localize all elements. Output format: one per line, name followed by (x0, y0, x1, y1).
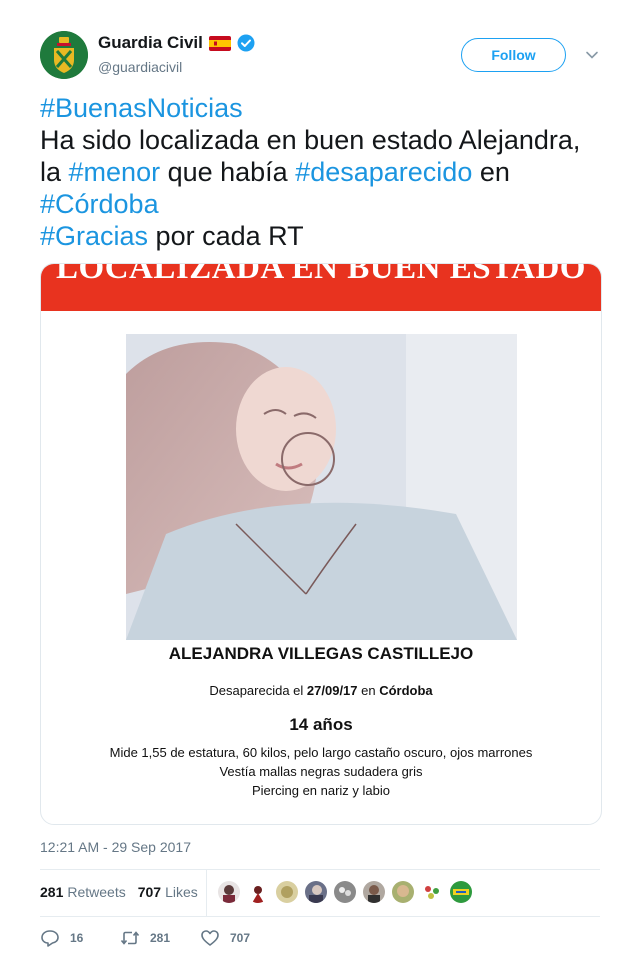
retweets-count: 281 (40, 884, 64, 900)
tweet-line-2: Ha sido localizada en buen estado Alejan… (40, 125, 581, 155)
reply-count: 16 (70, 931, 84, 945)
tweet-text-fragment: por cada RT (148, 221, 304, 251)
banner-text: LOCALIZADA EN BUEN ESTADO (56, 264, 586, 286)
profile-avatar[interactable] (40, 31, 88, 79)
tweet-stats: 281 Retweets 707 Likes (40, 884, 198, 900)
likes-stat[interactable]: 707 Likes (138, 884, 198, 900)
retweets-stat[interactable]: 281 Retweets (40, 884, 126, 900)
tweet-actions: 16 281 707 (40, 928, 280, 948)
retweet-count: 281 (150, 931, 171, 945)
follow-button[interactable]: Follow (461, 38, 566, 72)
like-count: 707 (230, 931, 251, 945)
avatar[interactable] (218, 881, 240, 903)
retweet-icon (120, 931, 140, 945)
tweet-text-fragment: la (40, 157, 69, 187)
divider (40, 916, 600, 917)
retweet-button[interactable]: 281 (120, 928, 200, 948)
avatar[interactable] (450, 881, 472, 903)
missing-in: en (357, 683, 380, 698)
hashtag-link[interactable]: #BuenasNoticias (40, 93, 243, 123)
liker-avatars (218, 881, 472, 903)
description-line: Vestía mallas negras sudadera gris (219, 764, 423, 779)
tweet-text-fragment: en (472, 157, 510, 187)
reply-icon (41, 930, 59, 947)
hashtag-link[interactable]: #desaparecido (295, 157, 472, 187)
avatar[interactable] (363, 881, 385, 903)
tweet-line-1: #BuenasNoticias (40, 92, 610, 124)
tweet-media-image[interactable]: LOCALIZADA EN BUEN ESTADO ALEJANDRA VILL… (40, 263, 602, 825)
hashtag-link[interactable]: #Gracias (40, 221, 148, 251)
missing-person-photo (126, 334, 517, 640)
tweet-line-3: la #menor que había #desaparecido en (40, 156, 610, 188)
spain-flag-icon (208, 35, 231, 51)
hashtag-link[interactable]: #menor (69, 157, 161, 187)
display-name[interactable]: Guardia Civil (98, 33, 203, 53)
missing-date-line: Desaparecida el 27/09/17 en Córdoba (41, 683, 601, 698)
tweet-timestamp[interactable]: 12:21 AM - 29 Sep 2017 (40, 839, 191, 855)
verified-badge-icon (237, 34, 255, 52)
author-name-row[interactable]: Guardia Civil (98, 33, 255, 53)
likes-count: 707 (137, 884, 162, 900)
guardia-civil-logo-icon (40, 31, 88, 79)
reply-button[interactable]: 16 (40, 928, 120, 948)
divider (206, 870, 207, 916)
avatar[interactable] (421, 881, 443, 903)
likes-label: Likes (165, 884, 198, 900)
description-line: Piercing en nariz y labio (251, 783, 391, 798)
avatar[interactable] (276, 881, 298, 903)
missing-label: Desaparecida el (209, 683, 307, 698)
tweet-text-fragment: que había (160, 157, 296, 187)
avatar[interactable] (392, 881, 414, 903)
person-age: 14 años (289, 715, 353, 734)
retweets-label: Retweets (67, 884, 126, 900)
hashtag-link[interactable]: #Córdoba (40, 189, 159, 219)
chevron-down-icon[interactable] (584, 47, 600, 63)
missing-city: Córdoba (379, 683, 433, 698)
person-description: Mide 1,55 de estatura, 60 kilos, pelo la… (41, 743, 601, 800)
avatar[interactable] (334, 881, 356, 903)
heart-icon (201, 930, 219, 946)
divider (40, 869, 600, 870)
avatar[interactable] (247, 881, 269, 903)
user-handle[interactable]: @guardiacivil (98, 59, 182, 75)
poster-banner: LOCALIZADA EN BUEN ESTADO (41, 264, 601, 311)
missing-date: 27/09/17 (306, 683, 358, 698)
person-name: ALEJANDRA VILLEGAS CASTILLEJO (168, 644, 474, 663)
tweet-line-5: #Gracias por cada RT (40, 220, 610, 252)
tweet-text: #BuenasNoticias Ha sido localizada en bu… (40, 92, 610, 252)
tweet-line-4: #Córdoba (40, 188, 610, 220)
avatar[interactable] (305, 881, 327, 903)
description-line: Mide 1,55 de estatura, 60 kilos, pelo la… (109, 745, 533, 760)
like-button[interactable]: 707 (200, 928, 280, 948)
